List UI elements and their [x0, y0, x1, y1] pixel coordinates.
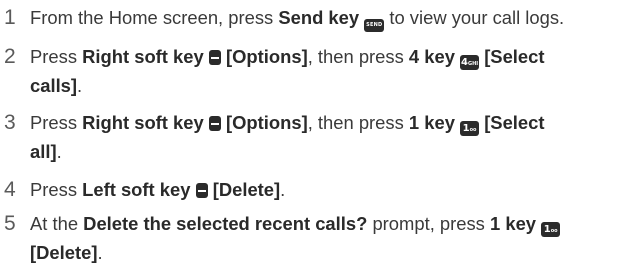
- step-text: At the Delete the selected recent calls?…: [24, 209, 644, 267]
- options-label: [Options]: [225, 112, 308, 133]
- right-soft-key-icon: [208, 50, 221, 65]
- step-text: Press Right soft key [Options], then pre…: [30, 46, 545, 96]
- instruction-steps: 1 From the Home screen, press Send key S…: [0, 0, 644, 263]
- step-number: 4: [4, 178, 16, 201]
- step-number: 5: [4, 212, 16, 235]
- step-4: 4 Press Left soft key [Delete].: [0, 175, 644, 204]
- send-key-icon: SEND: [364, 19, 385, 32]
- send-key-label: Send key: [278, 7, 360, 28]
- right-soft-key-label: Right soft key: [82, 46, 204, 67]
- select-all-label: [Select: [484, 112, 545, 133]
- delete-label: [Delete]: [30, 242, 98, 263]
- step-number: 3: [4, 111, 16, 134]
- one-key-label: 1 key: [408, 112, 455, 133]
- step-5: 5 At the Delete the selected recent call…: [0, 209, 644, 267]
- options-label: [Options]: [225, 46, 308, 67]
- step-text: Press Left soft key [Delete].: [30, 179, 286, 200]
- one-key-label: 1 key: [490, 213, 537, 234]
- one-key-icon: 1oo: [541, 222, 561, 237]
- four-key-icon: 4GHI: [460, 55, 480, 70]
- prompt-label: Delete the selected recent calls?: [83, 213, 368, 234]
- four-key-label: 4 key: [408, 46, 455, 67]
- right-soft-key-label: Right soft key: [82, 112, 204, 133]
- left-soft-key-label: Left soft key: [82, 179, 191, 200]
- step-number: 2: [4, 45, 16, 68]
- step-text: Press Right soft key [Options], then pre…: [30, 112, 545, 162]
- right-soft-key-icon: [208, 116, 221, 131]
- one-key-icon: 1oo: [460, 121, 480, 136]
- select-calls-label: [Select: [484, 46, 545, 67]
- delete-label: [Delete]: [212, 179, 281, 200]
- step-3: 3 Press Right soft key [Options], then p…: [0, 108, 644, 166]
- left-soft-key-icon: [195, 183, 208, 198]
- step-text: From the Home screen, press Send key SEN…: [24, 3, 644, 32]
- step-number: 1: [4, 6, 16, 29]
- step-1: 1 From the Home screen, press Send key S…: [0, 3, 644, 32]
- step-2: 2 Press Right soft key [Options], then p…: [0, 42, 644, 100]
